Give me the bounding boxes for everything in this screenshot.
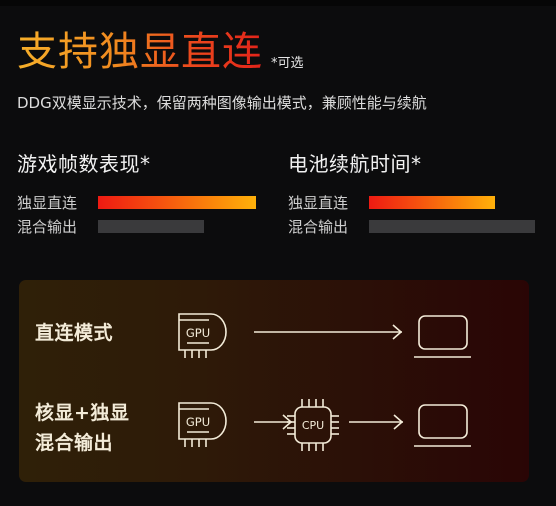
cpu-icon: CPU <box>287 399 339 451</box>
top-band <box>0 0 556 6</box>
bar-fill-hybrid <box>98 219 205 233</box>
bar-track <box>369 219 535 233</box>
bar-fill-hybrid <box>369 219 535 233</box>
bar-label: 独显直连 <box>288 193 349 212</box>
laptop-icon <box>414 404 471 447</box>
bar-row-hybrid: 混合输出 <box>288 214 535 238</box>
arrow-right-icon <box>349 414 404 430</box>
laptop-icon <box>414 315 471 358</box>
bar-track <box>98 219 264 233</box>
gpu-text: GPU <box>186 415 210 429</box>
bar-row-hybrid: 混合输出 <box>17 214 264 238</box>
bar-fill-direct <box>369 195 496 209</box>
mode-hybrid-label-line1: 核显+独显 <box>35 402 130 424</box>
bar-label: 混合输出 <box>288 217 349 236</box>
subtitle: DDG双模显示技术，保留两种图像输出模式，兼顾性能与续航 <box>17 94 427 112</box>
gpu-icon: GPU <box>178 402 227 447</box>
gpu-text: GPU <box>186 326 210 340</box>
mode-hybrid-label-line2: 混合输出 <box>35 432 114 454</box>
bar-fill-direct <box>98 195 256 209</box>
gpu-icon: GPU <box>178 313 227 358</box>
metric-title: 电池续航时间* <box>288 152 422 176</box>
bar-row-direct: 独显直连 <box>288 190 535 214</box>
optional-note: *可选 <box>271 56 304 71</box>
bar-track <box>369 195 535 209</box>
metric-game-fps: 游戏帧数表现* 独显直连 混合输出 <box>17 150 264 238</box>
mode-card: 直连模式 核显+独显 混合输出 GPU GPU CPU <box>19 280 529 482</box>
metric-title: 游戏帧数表现* <box>17 152 151 176</box>
cpu-text: CPU <box>302 419 324 432</box>
metric-battery-life: 电池续航时间* 独显直连 混合输出 <box>288 150 535 238</box>
title-row: 支持独显直连 *可选 <box>17 27 304 77</box>
mode-direct-label: 直连模式 <box>35 322 114 344</box>
mode-hybrid-label: 核显+独显 混合输出 <box>35 398 129 458</box>
bar-label: 混合输出 <box>17 217 78 236</box>
bar-track <box>98 195 264 209</box>
page-title: 支持独显直连 <box>17 29 263 75</box>
arrow-right-icon <box>254 324 403 340</box>
bar-label: 独显直连 <box>17 193 78 212</box>
bar-row-direct: 独显直连 <box>17 190 264 214</box>
